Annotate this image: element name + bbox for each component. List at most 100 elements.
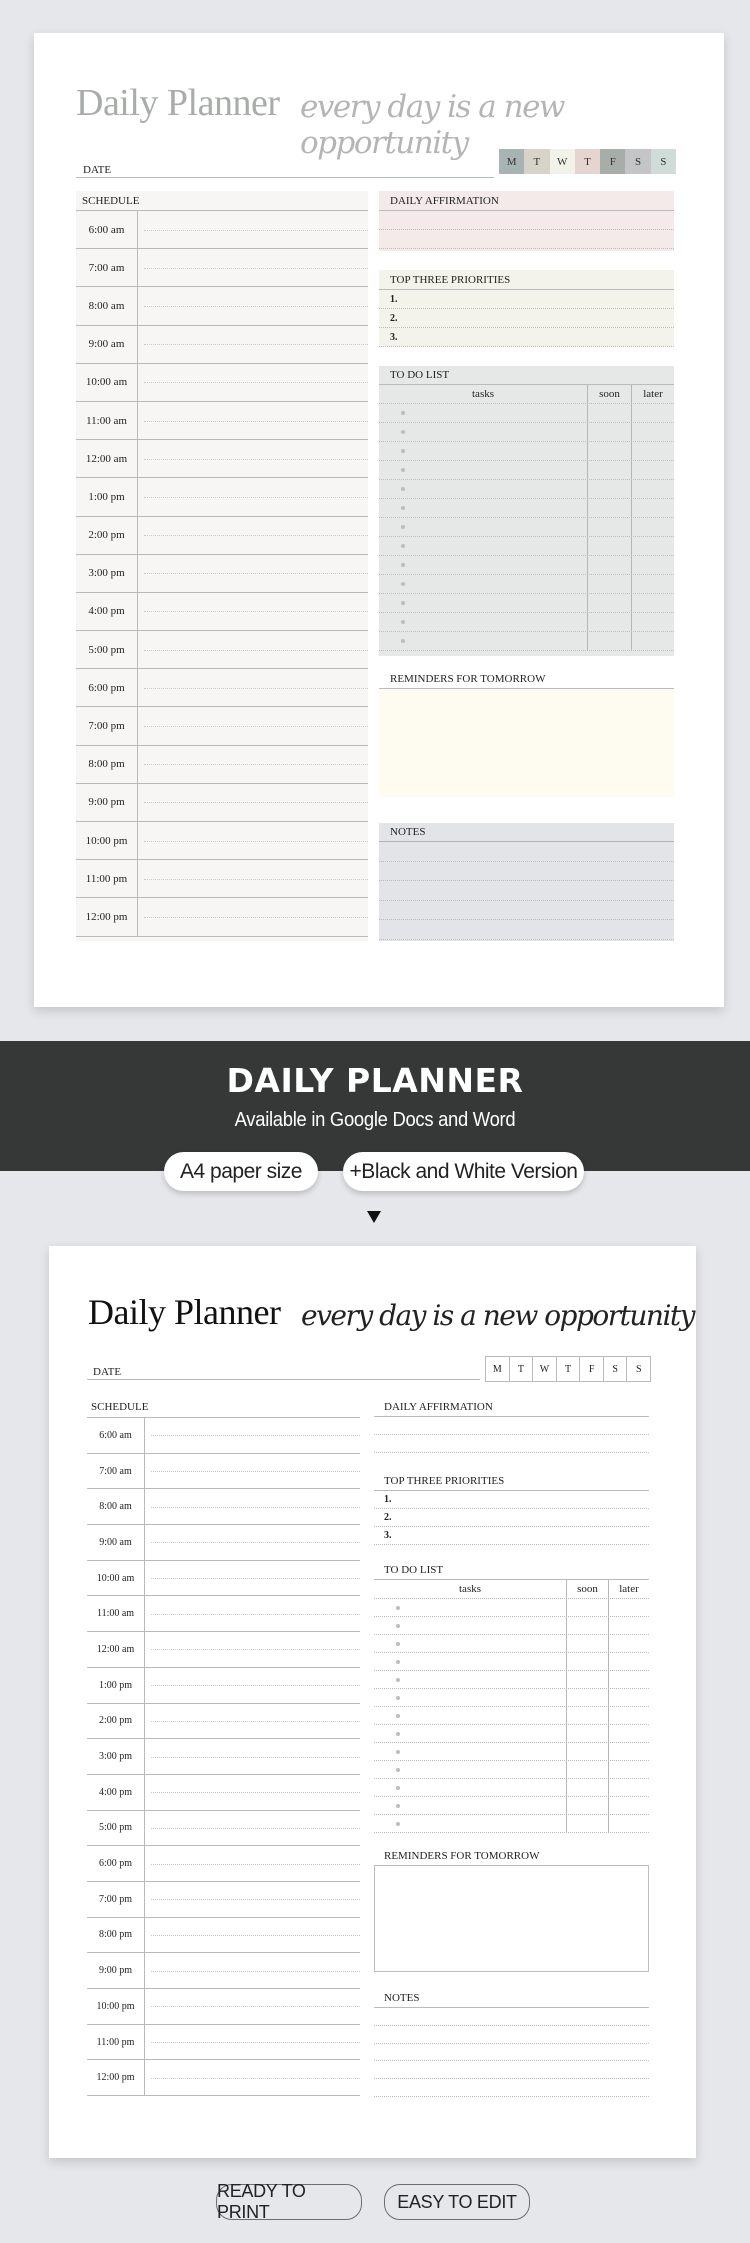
todo-task-cell[interactable] — [374, 1689, 566, 1706]
todo-soon-cell[interactable] — [566, 1671, 608, 1688]
todo-later-cell[interactable] — [631, 404, 674, 422]
todo-task-cell[interactable] — [374, 1815, 566, 1832]
day-friday[interactable]: F — [580, 1357, 604, 1381]
day-monday[interactable]: M — [499, 149, 525, 174]
schedule-entry-line[interactable] — [138, 478, 368, 515]
day-tuesday[interactable]: T — [524, 149, 550, 174]
todo-task-cell[interactable] — [379, 442, 587, 460]
day-thursday[interactable]: T — [574, 149, 601, 174]
priority-item[interactable]: 2. — [379, 309, 674, 328]
day-thursday[interactable]: T — [557, 1357, 581, 1381]
todo-soon-cell[interactable] — [587, 404, 631, 422]
todo-later-cell[interactable] — [631, 575, 674, 593]
notes-line[interactable] — [379, 901, 674, 920]
schedule-entry-line[interactable] — [138, 364, 368, 401]
todo-task-cell[interactable] — [374, 1779, 566, 1796]
schedule-entry-line[interactable] — [145, 1596, 360, 1631]
todo-task-cell[interactable] — [379, 480, 587, 498]
todo-later-cell[interactable] — [631, 461, 674, 479]
todo-soon-cell[interactable] — [566, 1599, 608, 1616]
todo-task-cell[interactable] — [374, 1797, 566, 1814]
todo-soon-cell[interactable] — [587, 632, 631, 650]
schedule-entry-line[interactable] — [145, 1561, 360, 1596]
todo-task-cell[interactable] — [379, 556, 587, 574]
schedule-entry-line[interactable] — [145, 1882, 360, 1917]
todo-later-cell[interactable] — [631, 537, 674, 555]
schedule-entry-line[interactable] — [138, 555, 368, 592]
schedule-entry-line[interactable] — [145, 1418, 360, 1453]
todo-later-cell[interactable] — [631, 613, 674, 631]
schedule-entry-line[interactable] — [138, 440, 368, 477]
schedule-entry-line[interactable] — [145, 1489, 360, 1524]
todo-task-cell[interactable] — [379, 423, 587, 441]
todo-soon-cell[interactable] — [587, 594, 631, 612]
todo-task-cell[interactable] — [374, 1761, 566, 1778]
notes-line[interactable] — [374, 2079, 649, 2097]
todo-later-cell[interactable] — [631, 442, 674, 460]
todo-later-cell[interactable] — [631, 499, 674, 517]
todo-soon-cell[interactable] — [566, 1779, 608, 1796]
todo-soon-cell[interactable] — [587, 575, 631, 593]
todo-task-cell[interactable] — [379, 537, 587, 555]
day-wednesday[interactable]: W — [533, 1357, 557, 1381]
todo-soon-cell[interactable] — [587, 556, 631, 574]
todo-soon-cell[interactable] — [566, 1707, 608, 1724]
todo-soon-cell[interactable] — [587, 537, 631, 555]
schedule-entry-line[interactable] — [145, 1846, 360, 1881]
schedule-entry-line[interactable] — [145, 1632, 360, 1667]
schedule-entry-line[interactable] — [145, 2060, 360, 2095]
todo-soon-cell[interactable] — [566, 1743, 608, 1760]
notes-line[interactable] — [379, 881, 674, 901]
todo-soon-cell[interactable] — [566, 1689, 608, 1706]
todo-later-cell[interactable] — [608, 1725, 649, 1742]
schedule-entry-line[interactable] — [138, 249, 368, 286]
todo-task-cell[interactable] — [379, 632, 587, 650]
priority-item[interactable]: 3. — [379, 328, 674, 347]
affirmation-line[interactable] — [379, 230, 674, 249]
todo-soon-cell[interactable] — [566, 1653, 608, 1670]
notes-line[interactable] — [374, 2008, 649, 2026]
schedule-entry-line[interactable] — [138, 669, 368, 706]
affirmation-line[interactable] — [374, 1435, 649, 1453]
todo-later-cell[interactable] — [608, 1653, 649, 1670]
todo-soon-cell[interactable] — [566, 1725, 608, 1742]
todo-soon-cell[interactable] — [587, 423, 631, 441]
todo-later-cell[interactable] — [608, 1689, 649, 1706]
todo-task-cell[interactable] — [379, 499, 587, 517]
day-saturday[interactable]: S — [604, 1357, 628, 1381]
todo-task-cell[interactable] — [374, 1707, 566, 1724]
schedule-entry-line[interactable] — [138, 746, 368, 783]
schedule-entry-line[interactable] — [145, 1775, 360, 1810]
todo-later-cell[interactable] — [631, 480, 674, 498]
todo-later-cell[interactable] — [631, 594, 674, 612]
priority-item[interactable]: 2. — [374, 1509, 649, 1527]
todo-soon-cell[interactable] — [587, 613, 631, 631]
todo-soon-cell[interactable] — [587, 499, 631, 517]
reminders-box[interactable] — [379, 689, 674, 797]
schedule-entry-line[interactable] — [138, 707, 368, 744]
todo-soon-cell[interactable] — [587, 442, 631, 460]
notes-line[interactable] — [379, 920, 674, 940]
day-sunday[interactable]: S — [627, 1357, 650, 1381]
affirmation-line[interactable] — [379, 211, 674, 230]
schedule-entry-line[interactable] — [145, 1811, 360, 1846]
priority-item[interactable]: 1. — [374, 1491, 649, 1509]
priority-item[interactable]: 3. — [374, 1527, 649, 1545]
todo-soon-cell[interactable] — [566, 1617, 608, 1634]
todo-soon-cell[interactable] — [566, 1635, 608, 1652]
reminders-box[interactable] — [374, 1865, 649, 1972]
todo-later-cell[interactable] — [631, 632, 674, 650]
todo-later-cell[interactable] — [608, 1797, 649, 1814]
date-field[interactable]: DATE — [87, 1358, 480, 1380]
notes-line[interactable] — [379, 862, 674, 881]
notes-line[interactable] — [379, 842, 674, 862]
schedule-entry-line[interactable] — [138, 326, 368, 363]
todo-later-cell[interactable] — [608, 1671, 649, 1688]
schedule-entry-line[interactable] — [138, 860, 368, 897]
schedule-entry-line[interactable] — [138, 593, 368, 630]
todo-later-cell[interactable] — [608, 1707, 649, 1724]
todo-task-cell[interactable] — [374, 1743, 566, 1760]
day-friday[interactable]: F — [600, 149, 626, 174]
date-field[interactable]: DATE — [76, 156, 494, 178]
todo-later-cell[interactable] — [608, 1779, 649, 1796]
